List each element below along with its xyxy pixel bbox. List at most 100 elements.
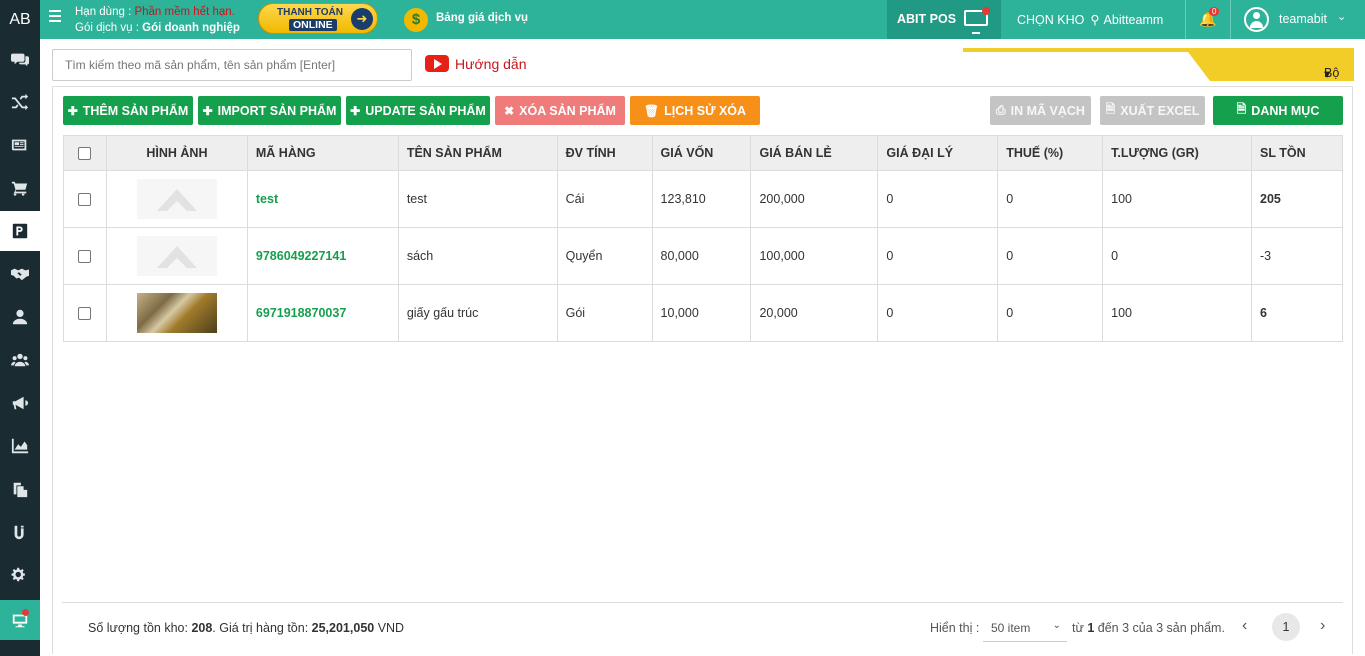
retail-price: 20,000 [750, 284, 879, 342]
youtube-icon [425, 54, 449, 72]
arrow-right-icon: ➜ [351, 8, 373, 30]
column-header[interactable]: GIÁ BÁN LẺ [750, 135, 879, 171]
pay-online-button[interactable]: THANH TOÁN ONLINE ➜ [258, 3, 378, 34]
column-header[interactable]: GIÁ ĐẠI LÝ [877, 135, 999, 171]
row-select-cell [63, 284, 107, 342]
export-excel-button[interactable]: 🗎 XUẤT EXCEL [1100, 96, 1205, 125]
table-row[interactable]: 6971918870037 giấy gấu trúc Gói 10,000 2… [63, 284, 1343, 342]
range-text: đến 3 của 3 sản phẩm. [1094, 621, 1225, 635]
filter-button[interactable]: ▾ Bộ lọc [1188, 52, 1354, 81]
chevron-down-icon[interactable]: ⌄ [1337, 10, 1346, 23]
category-button[interactable]: 🗎 DANH MỤC [1213, 96, 1343, 125]
bell-icon[interactable]: 🔔 0 [1199, 7, 1220, 28]
column-header[interactable]: HÌNH ẢNH [105, 135, 248, 171]
main-content: Hướng dẫn ▾ Bộ lọc ✚ THÊM SẢN PHẨM ✚ IMPOR… [40, 39, 1365, 656]
row-checkbox[interactable] [78, 250, 92, 264]
close-icon: ✖ [504, 103, 515, 118]
cost-price: 10,000 [651, 284, 752, 342]
copy-icon[interactable] [0, 469, 40, 509]
column-header[interactable]: MÃ HÀNG [246, 135, 399, 171]
export-label: XUẤT EXCEL [1120, 103, 1200, 118]
product-code[interactable]: test [246, 170, 399, 228]
per-page-select[interactable]: 50 item ⌄ [983, 614, 1067, 642]
column-header[interactable]: SL TỒN [1251, 135, 1343, 171]
delete-history-button[interactable]: 🗑 LỊCH SỬ XÓA [630, 96, 760, 125]
table-row[interactable]: test test Cái 123,810 200,000 0 0 100 20… [63, 170, 1343, 228]
agent-price: 0 [877, 284, 999, 342]
product-unit: Cái [556, 170, 653, 228]
chevron-down-icon: ⌄ [1052, 620, 1061, 631]
column-header[interactable]: THUẾ (%) [997, 135, 1104, 171]
products-table: HÌNH ẢNH MÃ HÀNG TÊN SẢN PHẨM ĐV TÍNH GI… [63, 135, 1343, 342]
image-cell [105, 284, 248, 342]
menu-icon[interactable] [49, 10, 61, 24]
weight: 0 [1102, 227, 1253, 285]
image-placeholder-icon[interactable] [136, 236, 217, 276]
product-unit: Gói [556, 284, 653, 342]
product-code[interactable]: 9786049227141 [246, 227, 399, 285]
product-name: sách [397, 227, 558, 285]
page-number[interactable]: 1 [1272, 613, 1300, 641]
product-unit: Quyển [556, 227, 653, 285]
category-label: DANH MỤC [1251, 103, 1320, 118]
dollar-coin-icon[interactable]: $ [404, 8, 428, 32]
image-placeholder-icon[interactable] [136, 179, 217, 219]
add-product-button[interactable]: ✚ THÊM SẢN PHẨM [63, 96, 193, 125]
chevron-left-icon[interactable]: ‹ [1242, 617, 1247, 635]
row-checkbox[interactable] [78, 193, 92, 207]
pos-label: ABIT POS [897, 12, 957, 26]
warehouse-selector[interactable]: CHỌN KHO ⚲ Abitteamm [1017, 12, 1163, 27]
row-checkbox[interactable] [78, 307, 92, 321]
plan-label: Gói dịch vụ : [75, 22, 143, 34]
username[interactable]: teamabit [1279, 12, 1327, 26]
tax-rate: 0 [997, 284, 1104, 342]
cogs-icon[interactable] [0, 555, 40, 595]
users-icon[interactable] [0, 340, 40, 380]
warehouse-label: CHỌN KHO [1017, 13, 1085, 27]
column-header[interactable]: GIÁ VỐN [651, 135, 752, 171]
stock-value-total: 25,201,050 [311, 621, 375, 635]
stock-qty: 6 [1251, 284, 1343, 342]
chevron-right-icon[interactable]: › [1320, 617, 1325, 635]
megaphone-icon[interactable] [0, 383, 40, 423]
price-list-link[interactable]: Bảng giá dịch vụ [436, 12, 528, 24]
app-logo[interactable]: AB [0, 0, 40, 39]
product-image[interactable] [136, 293, 217, 333]
table-row[interactable]: 9786049227141 sách Quyển 80,000 100,000 … [63, 227, 1343, 285]
pos-screen-icon[interactable] [0, 600, 40, 640]
print-barcode-button[interactable]: ⎙ IN MÃ VẠCH [990, 96, 1091, 125]
document-icon: 🗎 [1236, 102, 1247, 116]
avatar[interactable] [1244, 7, 1269, 32]
delete-product-button[interactable]: ✖ XÓA SẢN PHẨM [495, 96, 625, 125]
column-header[interactable]: T.LƯỢNG (GR) [1102, 135, 1253, 171]
handshake-icon[interactable] [0, 254, 40, 294]
product-code[interactable]: 6971918870037 [246, 284, 399, 342]
expiry-value: Phần mềm hết hạn. [134, 6, 235, 18]
stock-total: 208 [191, 621, 213, 635]
product-name: test [397, 170, 558, 228]
product-icon[interactable] [0, 211, 40, 251]
update-product-button[interactable]: ✚ UPDATE SẢN PHẨM [346, 96, 490, 125]
shuffle-icon[interactable] [0, 82, 40, 122]
top-bar: AB Hạn dùng : Phần mềm hết hạn. Gói dịch… [0, 0, 1365, 39]
history-label: LỊCH SỬ XÓA [664, 103, 747, 118]
cart-icon[interactable] [0, 168, 40, 208]
abit-pos-button[interactable]: ABIT POS [887, 0, 1001, 39]
import-product-button[interactable]: ✚ IMPORT SẢN PHẨM [198, 96, 341, 125]
notification-dot [22, 609, 29, 616]
map-pin-icon: ⚲ [1090, 13, 1100, 27]
newspaper-icon[interactable] [0, 125, 40, 165]
select-all-checkbox[interactable] [78, 147, 92, 161]
column-header[interactable]: ĐV TÍNH [556, 135, 653, 171]
expiry-label: Hạn dùng : [75, 6, 135, 18]
guide-link[interactable]: Hướng dẫn [425, 54, 527, 74]
user-icon[interactable] [0, 297, 40, 337]
chart-icon[interactable] [0, 426, 40, 466]
guide-label: Hướng dẫn [455, 56, 527, 72]
notification-badge: 0 [1209, 7, 1220, 16]
column-header[interactable]: TÊN SẢN PHẨM [397, 135, 558, 171]
value-label: . Giá trị hàng tồn: [212, 621, 312, 635]
search-input[interactable] [52, 49, 412, 81]
ledger-icon[interactable] [0, 512, 40, 552]
chat-icon[interactable] [0, 39, 40, 79]
